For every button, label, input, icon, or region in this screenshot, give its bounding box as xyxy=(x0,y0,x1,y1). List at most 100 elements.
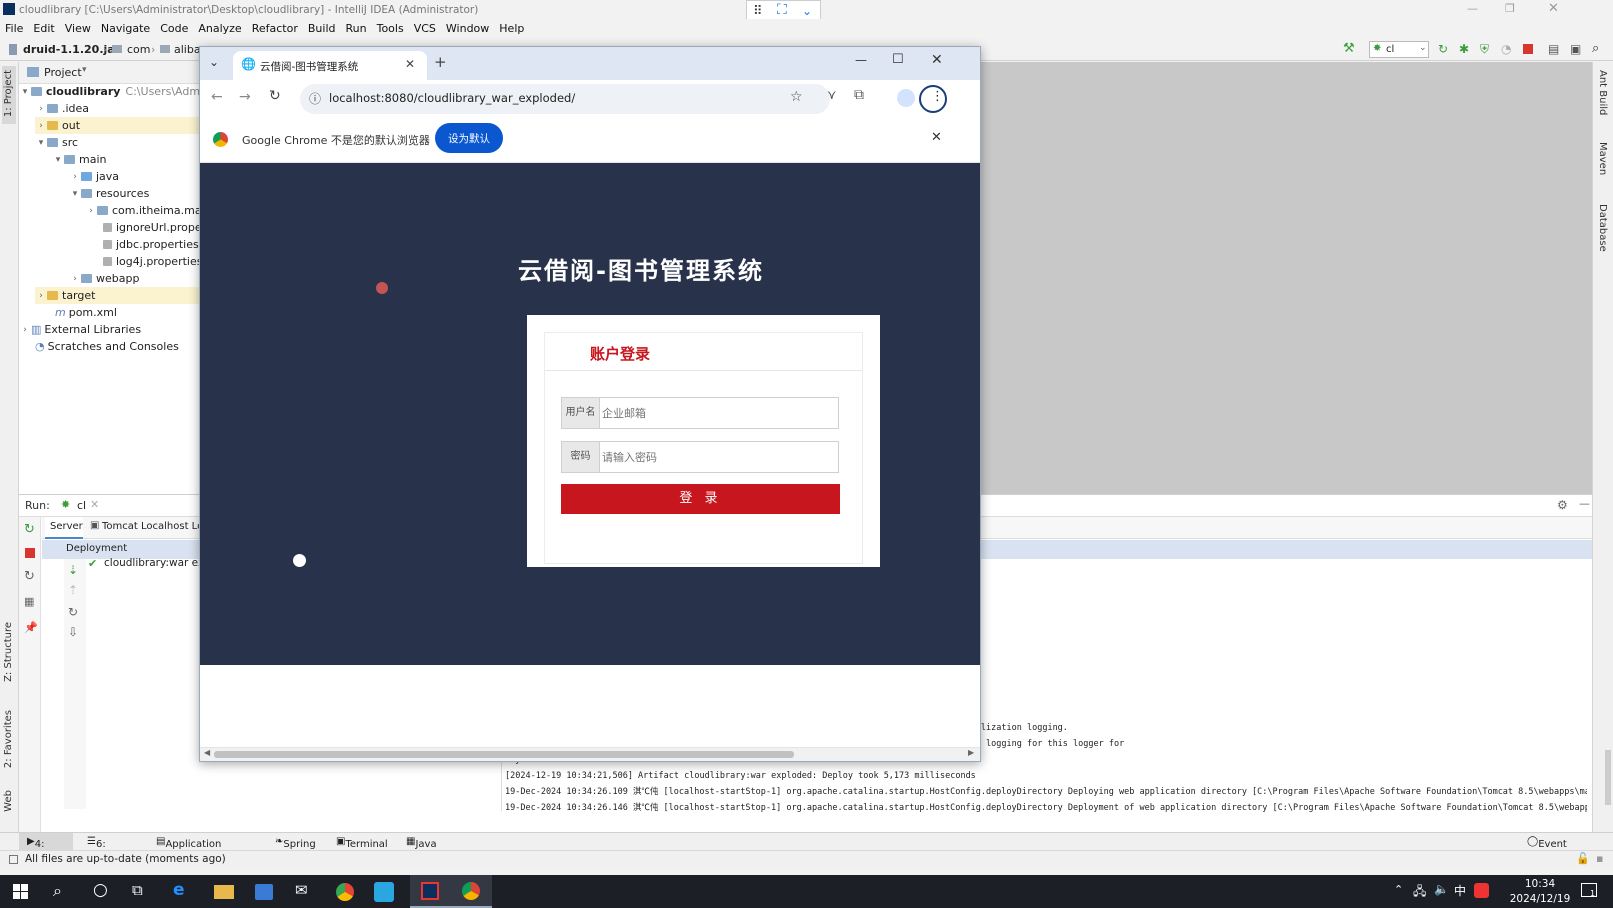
store-icon[interactable] xyxy=(255,884,273,900)
edge-icon[interactable]: e xyxy=(173,880,185,900)
start-button[interactable] xyxy=(0,875,41,908)
menu-vcs[interactable]: VCS xyxy=(409,19,441,35)
menu-run[interactable]: Run xyxy=(341,19,372,35)
deploy-icon[interactable]: ⇣ xyxy=(68,563,78,577)
menu-window[interactable]: Window xyxy=(441,19,494,35)
mail-icon[interactable]: ✉ xyxy=(295,881,308,899)
database-tab[interactable]: Database xyxy=(1597,204,1608,252)
stop-icon[interactable] xyxy=(1523,44,1533,54)
layout-icon[interactable]: ▦ xyxy=(24,595,34,608)
network-icon[interactable]: 🖧 xyxy=(1413,882,1426,903)
chrome-close-button[interactable]: ✕ xyxy=(931,52,943,68)
horizontal-scrollbar[interactable]: ◀ ▶ xyxy=(200,747,980,761)
username-input[interactable] xyxy=(602,401,832,425)
app-icon[interactable] xyxy=(374,882,394,902)
tree-item-src[interactable]: ▾ src xyxy=(35,134,78,151)
volume-icon[interactable]: 🔈 xyxy=(1434,882,1449,896)
memory-icon[interactable]: ▪ xyxy=(1596,852,1603,865)
fullscreen-icon[interactable]: ⛶ xyxy=(777,2,787,18)
run-panel-config[interactable]: cl xyxy=(77,499,86,512)
menu-help[interactable]: Help xyxy=(494,19,529,35)
tree-item-target[interactable]: › target xyxy=(35,287,199,304)
close-icon[interactable]: ✕ xyxy=(90,498,99,511)
chevron-down-icon[interactable]: ▾ xyxy=(52,155,64,165)
ant-build-tab[interactable]: Ant Build xyxy=(1597,70,1608,115)
ide-restore-button[interactable]: ❐ xyxy=(1505,2,1515,15)
menu-view[interactable]: View xyxy=(60,19,96,35)
tree-item-scratches[interactable]: ◔ Scratches and Consoles xyxy=(35,338,179,355)
chevron-right-icon[interactable]: › xyxy=(35,104,47,114)
chevron-down-icon[interactable]: ▾ xyxy=(35,138,47,148)
stop-icon[interactable] xyxy=(25,548,35,558)
search-icon[interactable]: ⌕ xyxy=(1592,41,1599,56)
tree-item-ignoreurl[interactable]: ignoreUrl.prope xyxy=(103,219,202,236)
password-input[interactable] xyxy=(602,445,832,469)
browser-app-icon[interactable] xyxy=(336,883,354,901)
show-hidden-icons[interactable]: ⌃ xyxy=(1394,883,1403,896)
chevron-down-icon[interactable]: ⌄ xyxy=(802,4,812,18)
scroll-left-icon[interactable]: ◀ xyxy=(204,748,210,757)
menu-refactor[interactable]: Refactor xyxy=(247,19,303,35)
chrome-maximize-button[interactable]: ☐ xyxy=(892,52,904,67)
intellij-taskbar-button[interactable] xyxy=(410,875,451,908)
close-icon[interactable]: ✕ xyxy=(931,130,942,145)
forward-arrow-icon[interactable]: → xyxy=(239,89,251,105)
chevron-right-icon[interactable]: › xyxy=(69,172,81,182)
chevron-right-icon[interactable]: › xyxy=(35,291,47,301)
scroll-right-icon[interactable]: ▶ xyxy=(968,748,974,757)
project-structure-icon[interactable]: ▤ xyxy=(1548,42,1559,56)
clock-date[interactable]: 2024/12/19 xyxy=(1508,893,1572,905)
menu-code[interactable]: Code xyxy=(155,19,193,35)
chevron-right-icon[interactable]: › xyxy=(69,274,81,284)
profile-icon[interactable]: ◔ xyxy=(1501,42,1511,56)
structure-tool-tab[interactable]: Z: Structure xyxy=(3,622,14,682)
ide-close-button[interactable]: ✕ xyxy=(1548,1,1559,16)
menu-build[interactable]: Build xyxy=(303,19,341,35)
profile-avatar-icon[interactable] xyxy=(897,89,915,107)
breadcrumb-alibaba[interactable]: aliba xyxy=(174,43,201,56)
chevron-right-icon[interactable]: › xyxy=(19,325,31,335)
tree-item-idea[interactable]: › .idea xyxy=(35,100,89,117)
chevron-right-icon[interactable]: › xyxy=(35,121,47,131)
tree-item-log4j[interactable]: log4j.properties xyxy=(103,253,202,270)
address-bar[interactable]: ⓘ localhost:8080/cloudlibrary_war_explod… xyxy=(300,84,830,114)
undeploy-icon[interactable]: ⇡ xyxy=(68,583,78,597)
minimize-panel-icon[interactable]: — xyxy=(1579,497,1590,510)
tree-item-cloudlibrary[interactable]: ▾ cloudlibrary C:\Users\Admini xyxy=(19,83,213,100)
editor-area[interactable] xyxy=(962,62,1592,494)
chevron-right-icon[interactable]: › xyxy=(85,206,97,216)
spring-tab[interactable]: ❧ Spring xyxy=(275,836,316,850)
close-icon[interactable]: ✕ xyxy=(405,57,415,71)
tab-search-chevron-icon[interactable]: ⌄ xyxy=(209,55,219,69)
bookmark-star-icon[interactable]: ☆ xyxy=(790,89,803,105)
gear-icon[interactable]: ⚙ xyxy=(1557,498,1568,512)
chevron-down-icon[interactable]: ▾ xyxy=(69,189,81,199)
run-config-select[interactable]: ✸ cl ⌄ xyxy=(1369,41,1429,58)
tree-item-java[interactable]: › java xyxy=(69,168,119,185)
menu-analyze[interactable]: Analyze xyxy=(193,19,246,35)
rerun-icon[interactable]: ↻ xyxy=(1438,42,1448,56)
pin-icon[interactable]: 📌 xyxy=(24,621,38,634)
chrome-minimize-button[interactable]: — xyxy=(855,53,867,67)
project-panel-title[interactable]: Project xyxy=(44,66,82,79)
tree-item-external-libraries[interactable]: › ▥ External Libraries xyxy=(19,321,141,338)
run-tool-tab[interactable]: ▶ 4: Run xyxy=(27,836,54,861)
debug-icon[interactable]: ✱ xyxy=(1459,42,1469,56)
project-tool-tab[interactable]: 1: Project xyxy=(2,66,16,124)
refresh-icon[interactable]: ↻ xyxy=(68,605,78,619)
new-tab-plus-icon[interactable]: + xyxy=(434,53,447,71)
site-info-icon[interactable]: ⓘ xyxy=(309,90,321,107)
tree-item-mapper-package[interactable]: › com.itheima.map xyxy=(85,202,208,219)
tree-item-pom[interactable]: m pom.xml xyxy=(55,304,117,321)
notification-center-icon[interactable]: 1 xyxy=(1581,883,1597,898)
back-arrow-icon[interactable]: ← xyxy=(211,89,223,105)
file-explorer-icon[interactable] xyxy=(214,885,234,899)
tree-item-main[interactable]: ▾ main xyxy=(52,151,107,168)
grid-icon[interactable]: ⠿ xyxy=(753,4,763,19)
task-view-icon[interactable]: ⧉ xyxy=(132,881,143,899)
chevron-down-icon[interactable]: ▾ xyxy=(82,65,87,75)
tree-item-webapp[interactable]: › webapp xyxy=(69,270,139,287)
cortana-icon[interactable]: ○ xyxy=(93,880,108,900)
update-icon[interactable]: ↻ xyxy=(24,569,35,584)
menu-navigate[interactable]: Navigate xyxy=(96,19,155,35)
